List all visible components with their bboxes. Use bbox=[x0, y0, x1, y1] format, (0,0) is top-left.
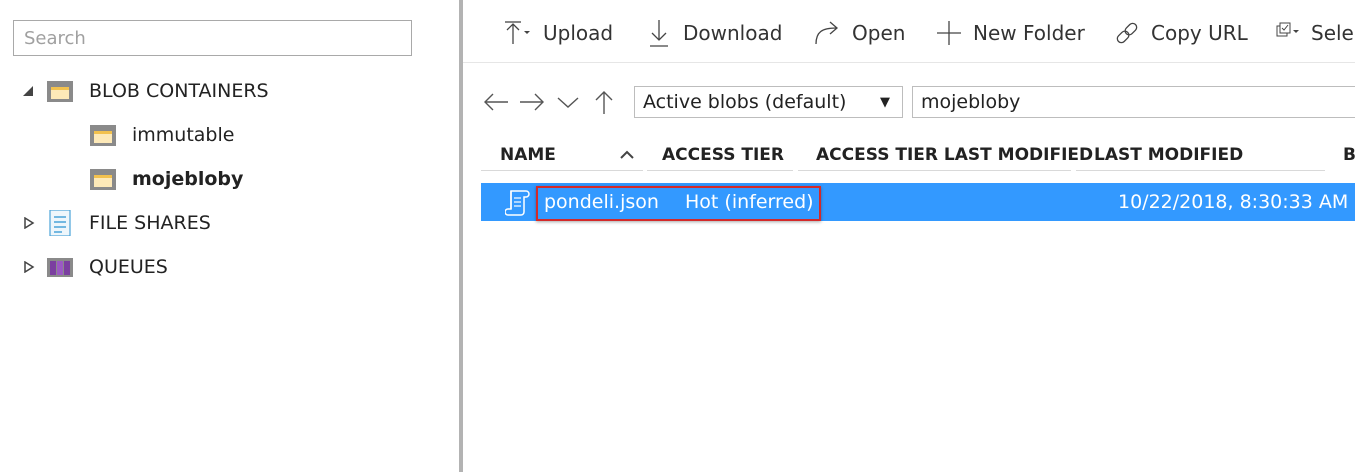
new-folder-button[interactable]: New Folder bbox=[935, 14, 1085, 52]
column-header-label: ACCESS TIER LAST MODIFIED bbox=[816, 145, 1094, 165]
new-folder-label: New Folder bbox=[973, 21, 1085, 45]
select-all-button[interactable]: Selec bbox=[1275, 14, 1355, 52]
blob-container-icon bbox=[89, 122, 117, 148]
back-arrow-icon[interactable] bbox=[478, 84, 514, 120]
link-icon bbox=[1113, 18, 1151, 48]
column-header-access-tier[interactable]: ACCESS TIER bbox=[662, 139, 784, 171]
column-header-label: NAME bbox=[500, 145, 556, 165]
blob-filter-select[interactable]: Active blobs (default) ▼ bbox=[634, 86, 903, 118]
tree-item-immutable[interactable]: immutable bbox=[89, 120, 234, 150]
column-header-next[interactable]: B bbox=[1343, 139, 1355, 171]
pane-splitter[interactable] bbox=[459, 0, 463, 472]
chevron-down-icon[interactable] bbox=[550, 84, 586, 120]
up-arrow-icon[interactable] bbox=[586, 84, 622, 120]
upload-label: Upload bbox=[543, 21, 614, 45]
explorer-pane: BLOB CONTAINERS immutable mojebloby FILE… bbox=[0, 0, 459, 472]
column-header-name[interactable]: NAME bbox=[500, 139, 556, 171]
annotation-highlight-box bbox=[536, 186, 821, 221]
plus-icon bbox=[935, 18, 973, 48]
column-header-last-modified[interactable]: LAST MODIFIED bbox=[1094, 139, 1243, 171]
sort-ascending-icon[interactable] bbox=[619, 139, 635, 171]
column-header-access-tier-last-modified[interactable]: ACCESS TIER LAST MODIFIED bbox=[816, 139, 1093, 171]
tree-item-mojebloby[interactable]: mojebloby bbox=[89, 164, 243, 194]
column-divider bbox=[481, 170, 643, 171]
expanded-triangle-icon[interactable] bbox=[22, 85, 34, 97]
dropdown-caret-icon: ▼ bbox=[880, 95, 890, 110]
download-button[interactable]: Download bbox=[647, 14, 782, 52]
open-arrow-icon bbox=[812, 18, 852, 48]
collapsed-triangle-icon[interactable] bbox=[23, 217, 35, 229]
file-share-icon bbox=[46, 210, 74, 236]
select-icon bbox=[1275, 18, 1311, 48]
path-field[interactable]: mojebloby bbox=[912, 86, 1355, 118]
navigation-bar bbox=[478, 84, 622, 120]
column-header-label: ACCESS TIER bbox=[662, 145, 784, 165]
search-input[interactable] bbox=[13, 20, 412, 56]
column-header-label: B bbox=[1343, 145, 1355, 165]
select-label: Selec bbox=[1311, 21, 1355, 45]
blob-filter-value: Active blobs (default) bbox=[643, 91, 847, 113]
download-label: Download bbox=[683, 21, 783, 45]
tree-item-label: BLOB CONTAINERS bbox=[89, 80, 269, 102]
tree-item-label: FILE SHARES bbox=[89, 212, 211, 234]
tree-item-label: QUEUES bbox=[89, 256, 168, 278]
blob-container-icon bbox=[46, 78, 74, 104]
column-divider bbox=[798, 170, 1071, 171]
copy-url-label: Copy URL bbox=[1151, 21, 1248, 45]
upload-button[interactable]: Upload bbox=[501, 14, 613, 52]
blob-container-icon bbox=[89, 166, 117, 192]
toolbar: Upload Download Open New Folder Copy URL… bbox=[463, 0, 1355, 63]
tree-item-label: mojebloby bbox=[132, 168, 244, 190]
tree-item-file-shares[interactable]: FILE SHARES bbox=[46, 208, 211, 238]
tree-item-label: immutable bbox=[132, 124, 235, 146]
script-file-icon bbox=[505, 183, 531, 221]
path-value: mojebloby bbox=[921, 91, 1021, 113]
open-button[interactable]: Open bbox=[812, 14, 905, 52]
forward-arrow-icon[interactable] bbox=[514, 84, 550, 120]
column-divider bbox=[647, 170, 793, 171]
open-label: Open bbox=[852, 21, 906, 45]
tree-item-queues[interactable]: QUEUES bbox=[46, 252, 168, 282]
queue-icon bbox=[46, 254, 74, 280]
column-header-label: LAST MODIFIED bbox=[1094, 145, 1244, 165]
copy-url-button[interactable]: Copy URL bbox=[1113, 14, 1248, 52]
download-icon bbox=[647, 18, 683, 48]
tree-item-blob-containers[interactable]: BLOB CONTAINERS bbox=[46, 76, 269, 106]
row-last-modified: 10/22/2018, 8:30:33 AM bbox=[1118, 191, 1349, 213]
collapsed-triangle-icon[interactable] bbox=[23, 261, 35, 273]
upload-icon bbox=[501, 18, 543, 48]
column-divider bbox=[1076, 170, 1325, 171]
